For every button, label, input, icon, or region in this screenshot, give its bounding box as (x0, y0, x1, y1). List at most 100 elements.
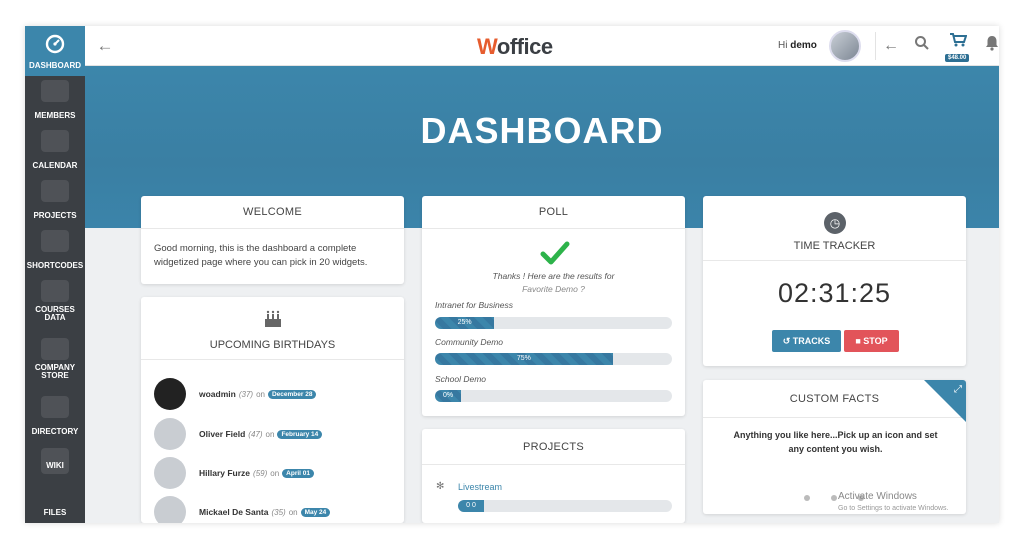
sidebar-item-dashboard[interactable]: DASHBOARD (25, 26, 85, 76)
poll-question: Favorite Demo ? (522, 284, 585, 294)
bell-icon[interactable] (981, 35, 999, 57)
sidebar-item-calendar[interactable]: CALENDAR (25, 126, 85, 176)
sidebar-item-courses-data[interactable]: COURSES DATA (25, 276, 85, 328)
avatar (154, 418, 186, 450)
project-link[interactable]: Livestream (458, 482, 502, 492)
member-age: (59) (253, 468, 268, 478)
tracks-button[interactable]: ↺ TRACKS (772, 330, 841, 352)
expand-icon[interactable]: ⤢ (954, 384, 962, 395)
welcome-text: Good morning, this is the dashboard a co… (154, 243, 368, 268)
shortcodes-icon (41, 230, 69, 252)
birthday-row[interactable]: Mickael De Santa (35) on May 24 (154, 495, 331, 523)
poll-progress-bar: 0% (435, 390, 672, 402)
custom-facts-widget: CUSTOM FACTS ⤢ Anything you like here...… (703, 380, 966, 514)
members-icon (41, 80, 69, 102)
back-arrow-icon[interactable]: ← (95, 36, 115, 56)
sidebar-item-wiki[interactable]: WIKI (25, 446, 85, 486)
divider (141, 359, 404, 360)
poll-result-text: Thanks ! Here are the results for Favori… (422, 270, 685, 296)
directory-icon (41, 396, 69, 418)
logo-letter: W (477, 34, 497, 59)
poll-option-label: Intranet for Business (435, 300, 513, 310)
poll-progress-fill: 25% (435, 317, 495, 329)
birthdays-widget: UPCOMING BIRTHDAYS woadmin (37) on Decem… (141, 297, 404, 523)
sidebar-item-shortcodes[interactable]: SHORTCODES (25, 226, 85, 276)
search-icon[interactable] (911, 35, 933, 57)
avatar (154, 457, 186, 489)
sidebar-item-label: MEMBERS (34, 111, 76, 120)
project-progress-bar: 0 0 (458, 500, 672, 512)
birthday-date-badge: May 24 (300, 507, 331, 517)
widget-title: UPCOMING BIRTHDAYS (209, 339, 336, 351)
sidebar-item-company-store[interactable]: COMPANY STORE (25, 334, 85, 386)
birthday-row[interactable]: woadmin (37) on December 28 (154, 377, 317, 411)
birthday-date-badge: April 01 (282, 468, 315, 478)
store-icon (41, 338, 69, 360)
courses-icon (41, 280, 69, 302)
birthday-date-badge: February 14 (277, 429, 323, 439)
member-age: (47) (248, 429, 263, 439)
welcome-widget: WELCOME Good morning, this is the dashbo… (141, 196, 404, 284)
projects-widget: PROJECTS ✻ Livestream 0 0 (422, 429, 685, 523)
calendar-icon (41, 130, 69, 152)
stop-button[interactable]: ■ STOP (844, 330, 899, 352)
widget-title: WELCOME (141, 196, 404, 229)
activation-watermark-sub: Go to Settings to activate Windows. (838, 505, 949, 512)
on-label: on (256, 389, 265, 399)
member-age: (35) (271, 507, 286, 517)
top-bar: ← Woffice Hi demo ← $48.00 (85, 26, 999, 66)
poll-progress-bar: 25% (435, 317, 672, 329)
poll-widget: POLL Thanks ! Here are the results for F… (422, 196, 685, 416)
tracks-label: TRACKS (792, 336, 831, 346)
avatar (154, 496, 186, 523)
birthday-row[interactable]: Hillary Furze (59) on April 01 (154, 456, 315, 490)
greeting-text: Hi (778, 40, 788, 51)
projects-icon (41, 180, 69, 202)
cart-price-badge: $48.00 (945, 54, 970, 62)
facts-text: Anything you like here...Pick up an icon… (733, 430, 938, 454)
woffice-logo[interactable]: Woffice (477, 34, 553, 60)
poll-option-label: School Demo (435, 374, 487, 384)
on-label: on (265, 429, 275, 439)
checkmark-icon (540, 241, 570, 265)
member-name[interactable]: woadmin (199, 389, 236, 399)
carousel-dot[interactable] (804, 495, 810, 501)
member-name[interactable]: Hillary Furze (199, 468, 250, 478)
clock-icon: ◷ (824, 212, 846, 234)
sidebar-item-members[interactable]: MEMBERS (25, 76, 85, 126)
poll-progress-bar: 75% (435, 353, 672, 365)
sidebar-item-label: COMPANY STORE (34, 363, 76, 380)
timer-display: 02:31:25 (777, 278, 892, 308)
carousel-dot[interactable] (831, 495, 837, 501)
sidebar-item-projects[interactable]: PROJECTS (25, 176, 85, 226)
sidebar-item-label: DIRECTORY (31, 427, 79, 436)
birthday-date-badge: December 28 (267, 389, 317, 399)
on-label: on (288, 507, 298, 517)
sidebar-item-files[interactable]: FILES (25, 490, 85, 523)
poll-progress-fill: 75% (435, 353, 613, 365)
stop-label: STOP (863, 336, 888, 346)
sidebar-item-label: WIKI (46, 461, 64, 470)
on-label: on (270, 468, 280, 478)
sidebar-item-label: FILES (43, 508, 67, 517)
widget-title: TIME TRACKER (793, 240, 876, 252)
logo-text: office (496, 34, 553, 59)
username[interactable]: demo (790, 40, 817, 51)
user-greeting: Hi demo (778, 40, 817, 51)
member-name[interactable]: Mickael De Santa (199, 507, 268, 517)
arrow-left-icon[interactable]: ← (880, 35, 902, 57)
activation-watermark: Activate Windows (838, 491, 917, 502)
member-name[interactable]: Oliver Field (199, 429, 245, 439)
user-avatar[interactable] (829, 30, 861, 62)
sidebar-item-label: PROJECTS (33, 211, 77, 220)
poll-thanks: Thanks ! Here are the results for (492, 271, 615, 281)
sidebar-item-directory[interactable]: DIRECTORY (25, 392, 85, 442)
projects-icon: ✻ (436, 481, 445, 492)
birthday-row[interactable]: Oliver Field (47) on February 14 (154, 417, 323, 451)
divider (703, 260, 966, 261)
cake-icon (262, 309, 284, 331)
cart-icon[interactable] (947, 32, 969, 54)
sidebar-item-label: SHORTCODES (26, 261, 84, 270)
widget-title: PROJECTS (422, 429, 685, 465)
sidebar-item-label: DASHBOARD (29, 61, 81, 70)
